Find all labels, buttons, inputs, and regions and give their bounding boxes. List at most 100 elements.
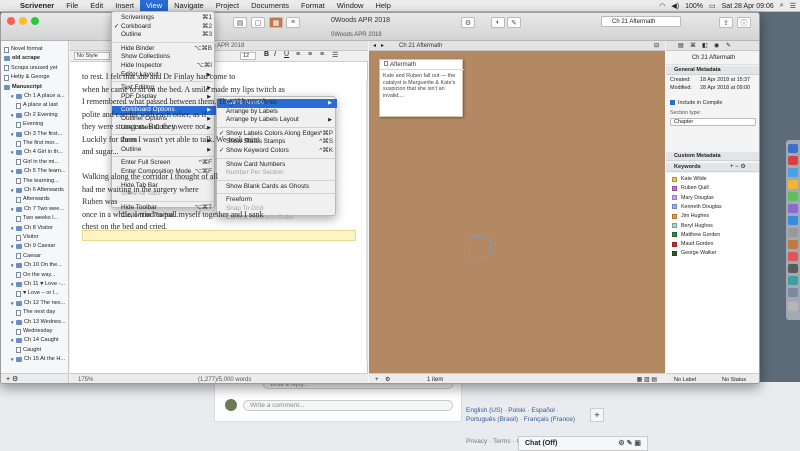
- card-synopsis[interactable]: Kate and Ruben fall out — the catalyst i…: [383, 73, 461, 99]
- battery-icon[interactable]: ▭: [709, 2, 716, 10]
- binder-item[interactable]: Scraps unused yet: [1, 64, 68, 73]
- binder-item[interactable]: Hetty & George: [1, 73, 68, 82]
- finder-icon[interactable]: [788, 144, 798, 153]
- binder-item[interactable]: ♥ Love – or l...: [1, 289, 68, 298]
- menu-insert[interactable]: Insert: [109, 0, 140, 12]
- music-icon[interactable]: [788, 204, 798, 213]
- appstore-icon[interactable]: [788, 216, 798, 225]
- binder-item[interactable]: Two weeks l...: [1, 214, 68, 223]
- disclosure-triangle-icon[interactable]: ▼: [10, 167, 15, 176]
- menu-documents[interactable]: Documents: [245, 0, 295, 12]
- binder-item[interactable]: Evening: [1, 120, 68, 129]
- binder-folder[interactable]: ▼ Ch 6 Afterwards: [1, 186, 68, 195]
- search-icon[interactable]: ⌕: [780, 2, 784, 10]
- keyword-item[interactable]: Matthew Gorden: [672, 231, 720, 239]
- section-type-select[interactable]: Chapter: [670, 118, 756, 126]
- binder-folder[interactable]: ▼ Ch 3 The first...: [1, 130, 68, 139]
- binder-item[interactable]: Caesar: [1, 252, 68, 261]
- index-card[interactable]: Aftermath Kate and Ruben fall out — the …: [379, 59, 464, 117]
- disclosure-triangle-icon[interactable]: ▼: [10, 242, 15, 251]
- disclosure-triangle-icon[interactable]: ▼: [10, 318, 15, 327]
- menu-help[interactable]: Help: [369, 0, 396, 12]
- disclosure-triangle-icon[interactable]: ▼: [10, 224, 15, 233]
- menu-item[interactable]: Hide Inspector ⌥⌘I: [112, 62, 216, 71]
- menu-edit[interactable]: Edit: [84, 0, 109, 12]
- binder-item[interactable]: Caught: [1, 346, 68, 355]
- align-center-icon[interactable]: ≡: [308, 51, 312, 58]
- disclosure-triangle-icon[interactable]: ▼: [10, 299, 15, 308]
- menu-item[interactable]: Show Card Numbers: [217, 161, 337, 170]
- binder-item[interactable]: The first mor...: [1, 139, 68, 148]
- safari-icon[interactable]: [788, 168, 798, 177]
- keyword-item[interactable]: Ruben Quill: [672, 184, 709, 192]
- binder-item[interactable]: Wednesday: [1, 327, 68, 336]
- split-icon[interactable]: ⊟: [654, 41, 659, 51]
- keyword-item[interactable]: Beryl Hughes: [672, 222, 713, 230]
- underline-icon[interactable]: U: [284, 51, 289, 58]
- binder-folder[interactable]: old scrape: [1, 54, 68, 63]
- disclosure-triangle-icon[interactable]: ▼: [10, 261, 15, 270]
- settings-icon[interactable]: ⚙: [385, 374, 390, 383]
- disclosure-triangle-icon[interactable]: ▼: [10, 355, 15, 364]
- binder-folder[interactable]: ▼ Ch 4 Girl in th...: [1, 148, 68, 157]
- disclosure-triangle-icon[interactable]: ▼: [10, 111, 15, 120]
- menu-list-icon[interactable]: ☰: [790, 2, 796, 10]
- disclosure-triangle-icon[interactable]: ▼: [10, 280, 15, 289]
- binder-folder[interactable]: ▼ Ch 5 The learn...: [1, 167, 68, 176]
- disclosure-triangle-icon[interactable]: ▼: [10, 130, 15, 139]
- editor-text[interactable]: to rest. I felt that she and Dr Finlay h…: [70, 71, 368, 371]
- binder-item[interactable]: Girl in the mi...: [1, 158, 68, 167]
- binder-folder[interactable]: ▼ Ch 12 The nex...: [1, 299, 68, 308]
- menu-item[interactable]: Hide Binder ⌥⌘B: [112, 45, 216, 54]
- calendar-icon[interactable]: [788, 156, 798, 165]
- add-card-icon[interactable]: +: [375, 374, 379, 383]
- notes-icon[interactable]: [788, 180, 798, 189]
- compile-icon[interactable]: ⚙: [461, 17, 475, 28]
- binder-folder[interactable]: ▼ Ch 11 ♥ Love -...: [1, 280, 68, 289]
- binder-folder[interactable]: ▼ Ch 1 A place a...: [1, 92, 68, 101]
- disclosure-triangle-icon[interactable]: ▼: [10, 92, 15, 101]
- menu-view[interactable]: View: [140, 0, 169, 12]
- forward-icon[interactable]: ▸: [381, 41, 384, 51]
- inspector-icon[interactable]: ⓘ: [737, 17, 751, 28]
- corkboard-mode-icon[interactable]: ▦: [269, 17, 283, 28]
- search-field[interactable]: Ch 21 Aftermath: [601, 16, 681, 27]
- card-title[interactable]: Aftermath: [380, 60, 464, 70]
- binder-folder[interactable]: ▼ Ch 8 Visitor: [1, 224, 68, 233]
- scrivener-icon[interactable]: [788, 240, 798, 249]
- binder-folder[interactable]: ▼ Ch 2 Evening: [1, 111, 68, 120]
- bold-icon[interactable]: B: [264, 51, 269, 58]
- menu-app[interactable]: Scrivener: [14, 0, 60, 12]
- terminal-icon[interactable]: [788, 264, 798, 273]
- corkboard-area[interactable]: Aftermath Kate and Ruben fall out — the …: [369, 51, 665, 373]
- keyword-item[interactable]: Mary Douglas: [672, 194, 714, 202]
- binder-item[interactable]: The next day: [1, 308, 68, 317]
- chat-bar[interactable]: Chat (Off) ⚙ ✎ ▣: [518, 436, 648, 451]
- comment-icon[interactable]: ✎: [507, 17, 521, 28]
- bookmarks-tab-icon[interactable]: ⌘: [690, 42, 696, 49]
- menu-item[interactable]: Scrivenings ⌘1: [112, 14, 216, 23]
- keywords-add-icon[interactable]: + − ⚙: [730, 163, 746, 170]
- grid-icon[interactable]: ▦ ▥ ▤: [637, 374, 657, 383]
- language-links[interactable]: English (US) · Polski · Español · Portug…: [466, 406, 606, 424]
- keyword-item[interactable]: Jim Hughes: [672, 212, 709, 220]
- trash-icon[interactable]: [788, 302, 798, 311]
- menu-item[interactable]: ✓ Corkboard ⌘2: [112, 23, 216, 32]
- photos-icon[interactable]: [788, 252, 798, 261]
- comments-tab-icon[interactable]: ✎: [726, 42, 731, 49]
- style-select[interactable]: No Style: [74, 52, 110, 60]
- label-icon[interactable]: ◐: [491, 17, 505, 28]
- label-select[interactable]: No Label: [674, 374, 696, 383]
- battery-label[interactable]: 100%: [685, 3, 703, 10]
- disclosure-triangle-icon[interactable]: ▼: [10, 186, 15, 195]
- general-metadata-header[interactable]: General Metadata: [666, 66, 759, 75]
- clock[interactable]: Sat 28 Apr 09:06: [722, 3, 774, 10]
- binder-item[interactable]: On the way...: [1, 271, 68, 280]
- binder-folder[interactable]: ▼ Ch 13 Wednes...: [1, 318, 68, 327]
- binder-item[interactable]: Afterwards: [1, 195, 68, 204]
- menu-file[interactable]: File: [60, 0, 84, 12]
- menu-format[interactable]: Format: [295, 0, 331, 12]
- bookmark-icon[interactable]: ▤: [233, 17, 247, 28]
- comment-input[interactable]: Write a comment...: [243, 400, 453, 411]
- folder-icon[interactable]: ▢: [251, 17, 265, 28]
